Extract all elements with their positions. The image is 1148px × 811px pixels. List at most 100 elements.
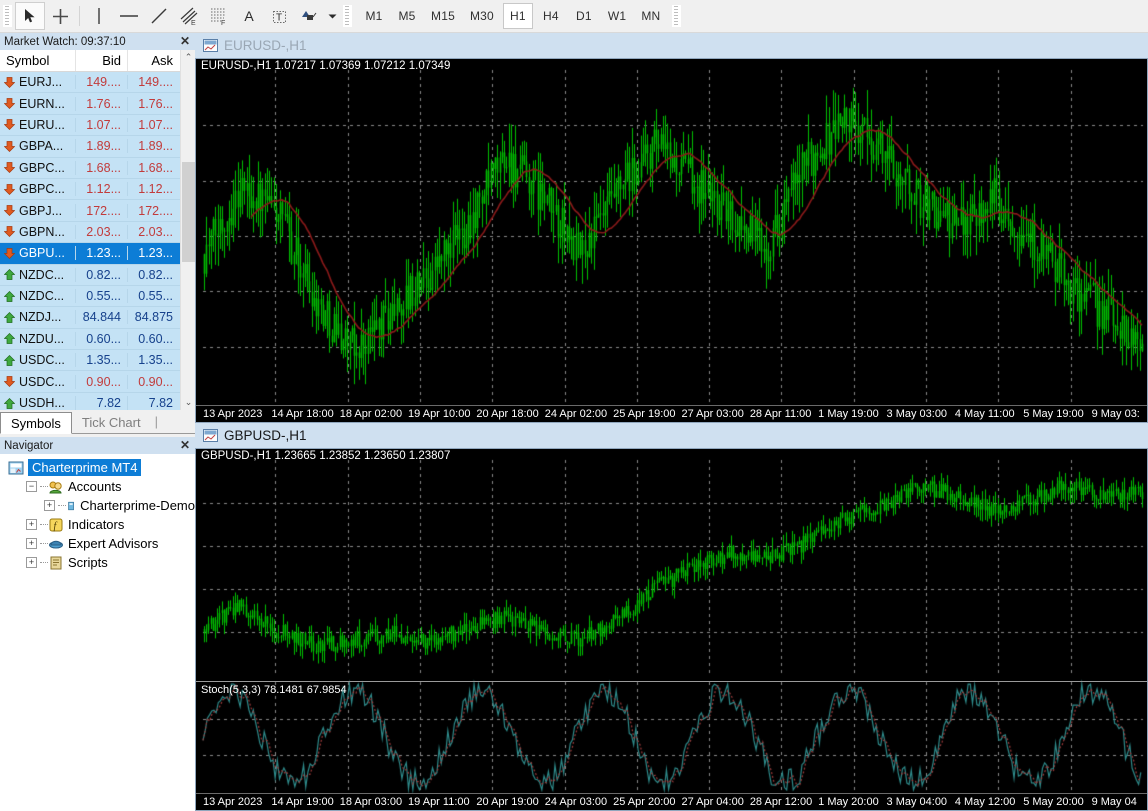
symbol-label: USDC... bbox=[19, 374, 65, 389]
chevron-down-icon bbox=[328, 14, 336, 18]
bid-cell: 0.82... bbox=[75, 267, 127, 282]
market-watch-row[interactable]: GBPA... 1.89... 1.89... bbox=[0, 136, 195, 158]
market-watch-row[interactable]: NZDJ... 84.844 84.875 bbox=[0, 307, 195, 329]
script-icon bbox=[50, 556, 62, 569]
fibonacci-icon: F bbox=[211, 8, 226, 26]
text-label-tool-button[interactable]: T bbox=[264, 2, 294, 30]
arrow-down-icon bbox=[4, 183, 15, 195]
chart-window-eurusd[interactable]: EURUSD-,H1 EURUSD-,H1 1.07217 1.07369 1.… bbox=[195, 33, 1148, 423]
market-watch-tab-symbols[interactable]: Symbols bbox=[0, 412, 72, 434]
market-watch-row[interactable]: GBPJ... 172.... 172.... bbox=[0, 200, 195, 222]
market-watch-tab-tick-chart[interactable]: Tick Chart bbox=[72, 411, 151, 433]
symbol-cell: NZDC... bbox=[0, 268, 75, 282]
chart-title-bar-eurusd[interactable]: EURUSD-,H1 bbox=[195, 33, 1148, 58]
ask-cell: 1.76... bbox=[127, 96, 179, 111]
scrollbar-thumb[interactable] bbox=[182, 162, 195, 262]
chart-canvas-gbpusd[interactable]: GBPUSD-,H1 1.23665 1.23852 1.23650 1.238… bbox=[195, 448, 1148, 811]
fibonacci-retracement-tool-button[interactable]: F bbox=[204, 2, 234, 30]
timeframe-button-group: M1 M5 M15 M30 H1 H4 D1 W1 MN bbox=[359, 3, 666, 29]
time-axis-label: 24 Apr 03:00 bbox=[544, 796, 608, 808]
bid-cell: 149.... bbox=[75, 75, 127, 90]
time-axis-label: 9 May 03: bbox=[1091, 408, 1140, 420]
ask-cell: 0.82... bbox=[127, 267, 179, 282]
market-watch-row[interactable]: NZDC... 0.55... 0.55... bbox=[0, 285, 195, 308]
navigator-item-accounts[interactable]: − Accounts bbox=[0, 477, 195, 496]
navigator-item-label: Accounts bbox=[68, 479, 122, 494]
column-header-bid[interactable]: Bid bbox=[75, 50, 127, 71]
timeframe-button-d1[interactable]: D1 bbox=[569, 3, 599, 29]
market-watch-row[interactable]: EURJ... 149.... 149.... bbox=[0, 72, 195, 94]
navigator-item-indicators[interactable]: + f Indicators bbox=[0, 515, 195, 534]
market-watch-row[interactable]: GBPU... 1.23... 1.23... bbox=[0, 243, 195, 265]
symbol-cell: USDC... bbox=[0, 375, 75, 389]
market-watch-row[interactable]: USDC... 0.90... 0.90... bbox=[0, 371, 195, 393]
chart-window-gbpusd[interactable]: GBPUSD-,H1 GBPUSD-,H1 1.23665 1.23852 1.… bbox=[195, 423, 1148, 811]
trendline-tool-button[interactable] bbox=[144, 2, 174, 30]
navigator-item-scripts[interactable]: + Scripts bbox=[0, 553, 195, 572]
text-tool-button[interactable]: A bbox=[234, 2, 264, 30]
bid-cell: 84.844 bbox=[75, 310, 127, 325]
market-watch-close-button[interactable]: ✕ bbox=[180, 35, 190, 47]
ask-cell: 0.55... bbox=[127, 289, 179, 304]
symbol-label: GBPJ... bbox=[19, 203, 63, 218]
tree-expander-toggle[interactable]: + bbox=[26, 557, 37, 568]
time-axis-label: 27 Apr 03:00 bbox=[681, 408, 744, 420]
vertical-line-tool-button[interactable] bbox=[84, 2, 114, 30]
timeframe-button-m15[interactable]: M15 bbox=[425, 3, 461, 29]
tree-expander-toggle[interactable]: + bbox=[26, 519, 37, 530]
toolbar-grip[interactable] bbox=[3, 5, 12, 27]
subwindow-divider[interactable] bbox=[195, 681, 1148, 682]
toolbar-separator bbox=[79, 6, 80, 26]
column-header-ask[interactable]: Ask bbox=[127, 50, 179, 71]
ask-cell: 7.82 bbox=[127, 396, 179, 411]
shapes-tool-button[interactable] bbox=[294, 2, 324, 30]
timeframe-button-mn[interactable]: MN bbox=[635, 3, 666, 29]
arrow-down-icon bbox=[4, 76, 15, 88]
arrow-down-icon bbox=[4, 247, 15, 259]
chart-canvas-eurusd[interactable]: EURUSD-,H1 1.07217 1.07369 1.07212 1.073… bbox=[195, 58, 1148, 423]
crosshair-tool-button[interactable] bbox=[45, 2, 75, 30]
market-watch-row[interactable]: GBPC... 1.68... 1.68... bbox=[0, 157, 195, 179]
navigator-item-expert-advisors[interactable]: + Expert Advisors bbox=[0, 534, 195, 553]
time-axis-label: 5 May 20:00 bbox=[1023, 796, 1084, 808]
timeframe-button-h4[interactable]: H4 bbox=[536, 3, 566, 29]
market-watch-row[interactable]: GBPC... 1.12... 1.12... bbox=[0, 178, 195, 201]
scroll-down-button[interactable]: ⌄ bbox=[181, 395, 196, 410]
symbol-cell: USDC... bbox=[0, 353, 75, 367]
horizontal-line-tool-button[interactable] bbox=[114, 2, 144, 30]
market-watch-row[interactable]: EURU... 1.07... 1.07... bbox=[0, 114, 195, 137]
scroll-up-button[interactable]: ⌃ bbox=[181, 50, 196, 65]
ask-cell: 149.... bbox=[127, 75, 179, 90]
market-watch-row[interactable]: NZDU... 0.60... 0.60... bbox=[0, 328, 195, 351]
tree-expander-toggle[interactable]: + bbox=[44, 500, 55, 511]
timeframe-toolbar-grip[interactable] bbox=[343, 5, 352, 27]
navigator-item-charterprime-mt4[interactable]: Charterprime MT4 bbox=[0, 458, 195, 477]
timeframe-button-m5[interactable]: M5 bbox=[392, 3, 422, 29]
market-watch-row[interactable]: NZDC... 0.82... 0.82... bbox=[0, 264, 195, 286]
market-watch-row[interactable]: EURN... 1.76... 1.76... bbox=[0, 93, 195, 115]
tree-expander-toggle[interactable]: + bbox=[26, 538, 37, 549]
symbol-cell: NZDC... bbox=[0, 289, 75, 303]
navigator-item-label: Scripts bbox=[68, 555, 108, 570]
timeframe-button-m30[interactable]: M30 bbox=[464, 3, 500, 29]
navigator-item-charterprime-demo[interactable]: + Charterprime-Demo bbox=[0, 496, 195, 515]
column-header-symbol[interactable]: Symbol bbox=[0, 50, 75, 71]
shapes-dropdown-button[interactable] bbox=[324, 2, 340, 30]
timeframe-button-w1[interactable]: W1 bbox=[602, 3, 632, 29]
arrow-down-icon bbox=[4, 162, 15, 174]
tree-expander-toggle[interactable]: − bbox=[26, 481, 37, 492]
time-axis-label: 4 May 11:00 bbox=[954, 408, 1015, 420]
chart-title-bar-gbpusd[interactable]: GBPUSD-,H1 bbox=[195, 423, 1148, 448]
cursor-tool-button[interactable] bbox=[15, 2, 45, 30]
equidistant-channel-tool-button[interactable]: E bbox=[174, 2, 204, 30]
navigator-close-button[interactable]: ✕ bbox=[180, 439, 190, 451]
timeframe-button-m1[interactable]: M1 bbox=[359, 3, 389, 29]
timeframe-button-h1[interactable]: H1 bbox=[502, 3, 533, 29]
symbol-label: USDC... bbox=[19, 353, 65, 368]
market-watch-row[interactable]: GBPN... 2.03... 2.03... bbox=[0, 221, 195, 244]
tab-divider: | bbox=[154, 414, 158, 429]
market-watch-scrollbar[interactable]: ⌃ ⌄ bbox=[180, 50, 195, 410]
navigator-item-label: Indicators bbox=[68, 517, 125, 532]
market-watch-row[interactable]: USDC... 1.35... 1.35... bbox=[0, 350, 195, 372]
toolbar-grip-end[interactable] bbox=[672, 5, 682, 27]
